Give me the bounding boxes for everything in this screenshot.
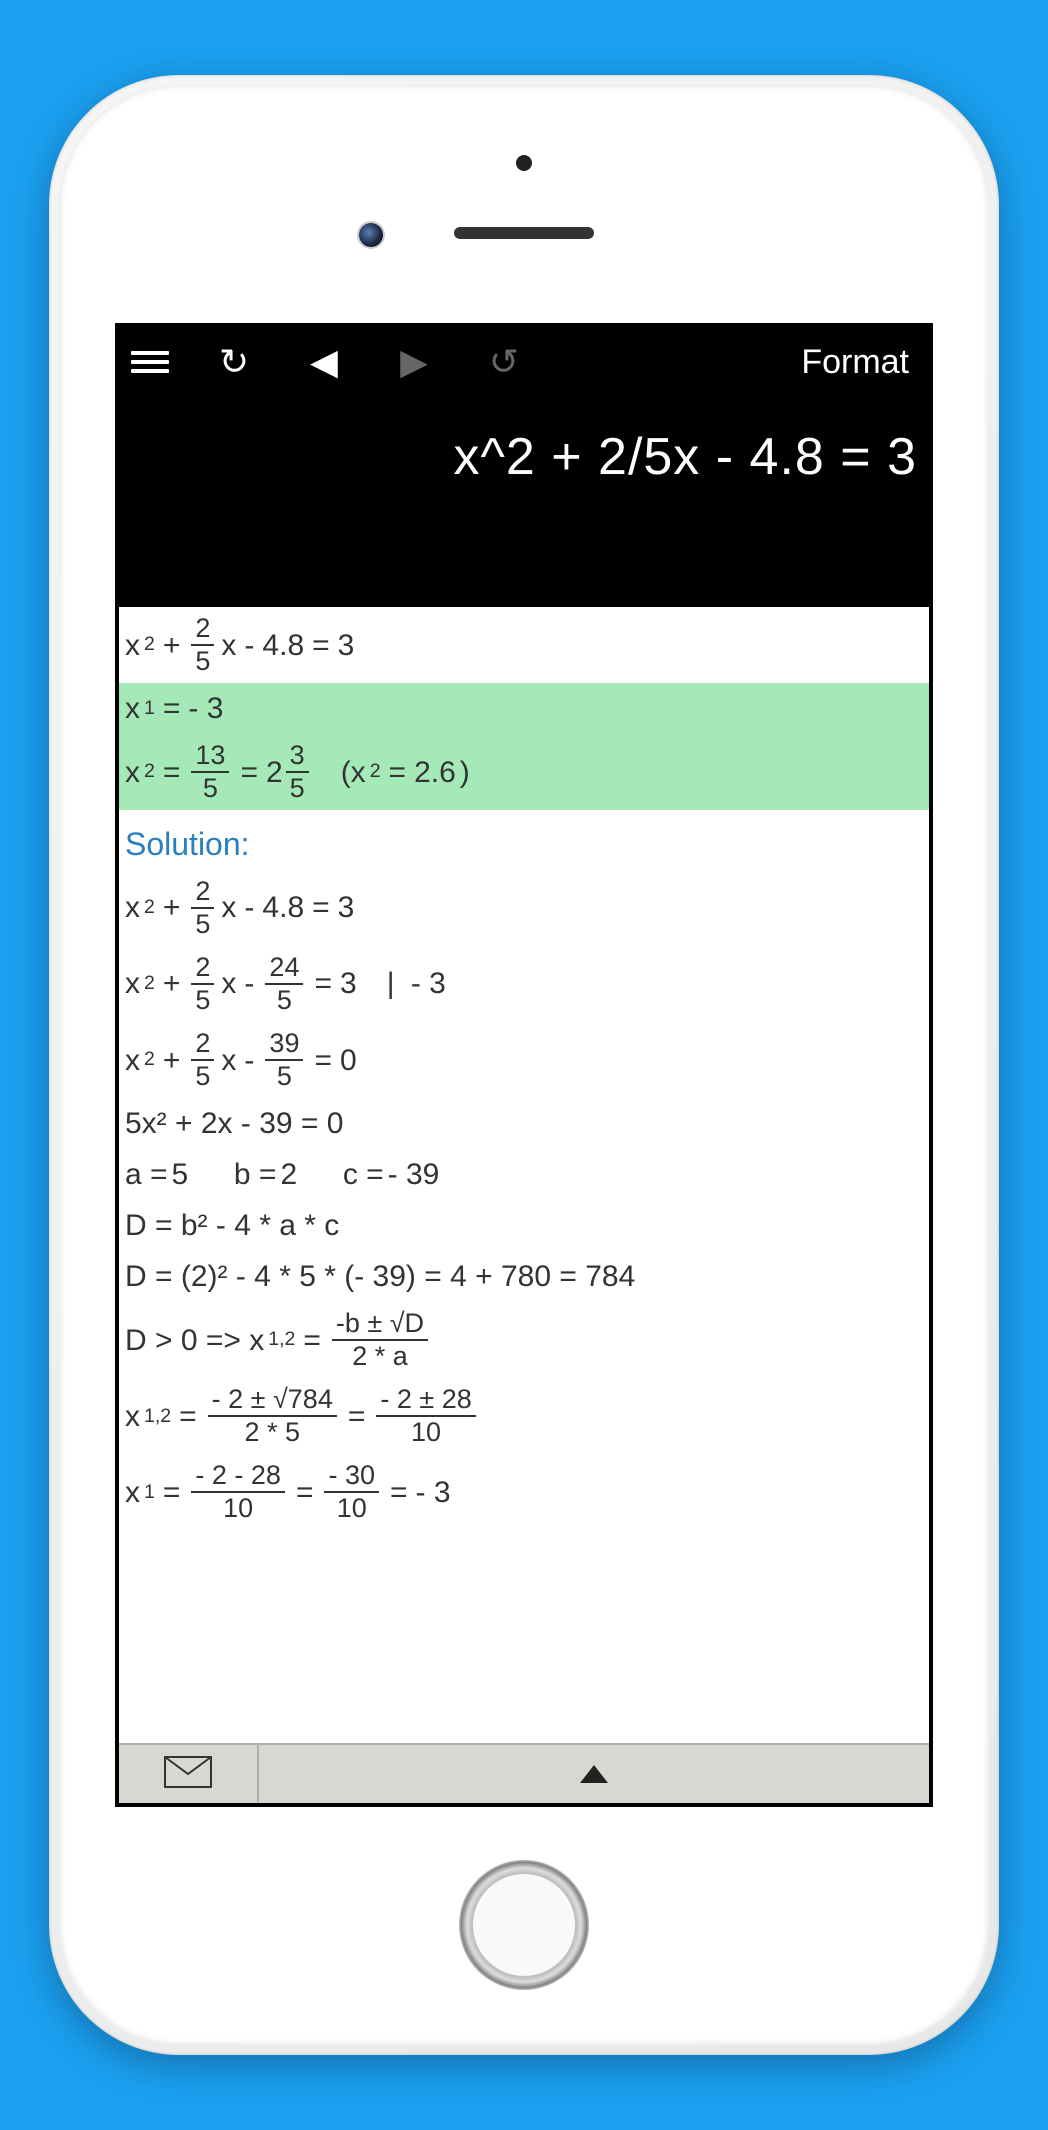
- solution-heading: Solution:: [119, 810, 929, 870]
- step-x1-calc: x1= - 2 - 2810 = - 3010 =- 3: [119, 1454, 929, 1530]
- menu-icon[interactable]: [131, 351, 169, 373]
- root-x1: x1=- 3: [119, 683, 929, 734]
- mail-icon: [164, 1756, 212, 1793]
- undo-icon[interactable]: ↺: [479, 341, 529, 383]
- front-camera: [359, 223, 383, 247]
- chevron-up-icon: [580, 1765, 608, 1783]
- expand-button[interactable]: [259, 1745, 929, 1803]
- step-3: x2+ 25 x- 395 =0: [119, 1022, 929, 1098]
- refresh-icon[interactable]: ↻: [209, 341, 259, 383]
- expression-input[interactable]: x^2 + 2/5x - 4.8 = 3: [119, 397, 929, 607]
- step-4: 5x² + 2x - 39 = 0: [119, 1098, 929, 1149]
- answer-block: x1=- 3 x2= 135 = 235 (x2=2.6): [119, 683, 929, 810]
- toolbar: ↻ ◀ ▶ ↺ Format: [119, 327, 929, 397]
- next-icon[interactable]: ▶: [389, 341, 439, 383]
- speaker-grille: [454, 227, 594, 239]
- step-disc-calc: D = (2)² - 4 * 5 * (- 39) = 4 + 780 = 78…: [119, 1251, 929, 1302]
- original-equation: x2+ 25 x-4.8=3: [119, 607, 929, 683]
- top-sensor: [516, 155, 532, 171]
- step-abc: a = 5 b = 2 c = - 39: [119, 1149, 929, 1200]
- phone-frame: ↻ ◀ ▶ ↺ Format x^2 + 2/5x - 4.8 = 3 x2+ …: [49, 75, 999, 2055]
- results-panel: x2+ 25 x-4.8=3 x1=- 3 x2= 135 = 235 (x2=…: [119, 607, 929, 1743]
- step-x12: x1,2= - 2 ± √7842 * 5 = - 2 ± 2810: [119, 1378, 929, 1454]
- mail-button[interactable]: [119, 1745, 259, 1803]
- home-button[interactable]: [459, 1860, 589, 1990]
- step-2: x2+ 25 x- 245 =3 | - 3: [119, 946, 929, 1022]
- root-x2: x2= 135 = 235 (x2=2.6): [119, 734, 929, 810]
- step-1: x2+ 25 x-4.8=3: [119, 870, 929, 946]
- prev-icon[interactable]: ◀: [299, 341, 349, 383]
- bottom-bar: [119, 1743, 929, 1803]
- step-quadratic-formula: D > 0 => x1,2= -b ± √D2 * a: [119, 1302, 929, 1378]
- format-button[interactable]: Format: [801, 343, 917, 382]
- phone-body: ↻ ◀ ▶ ↺ Format x^2 + 2/5x - 4.8 = 3 x2+ …: [59, 85, 989, 2045]
- app-screen: ↻ ◀ ▶ ↺ Format x^2 + 2/5x - 4.8 = 3 x2+ …: [115, 323, 933, 1807]
- step-disc-formula: D = b² - 4 * a * c: [119, 1200, 929, 1251]
